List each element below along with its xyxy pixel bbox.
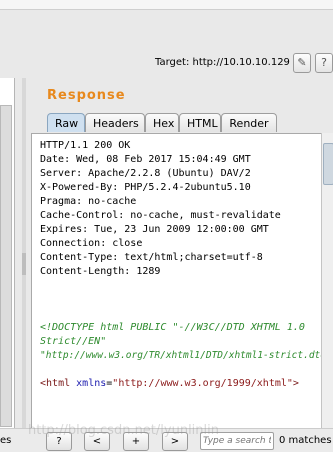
search-bar: es ? < + > 0 matches: [0, 428, 333, 452]
attr-name: xmlns: [76, 378, 107, 389]
doctype-line: "http://www.w3.org/TR/xhtml1/DTD/xhtml1-…: [40, 350, 322, 361]
add-search-button[interactable]: +: [123, 432, 149, 451]
tab-render[interactable]: Render: [221, 113, 277, 132]
splitter-grip[interactable]: [22, 253, 26, 275]
pencil-icon: ✎: [297, 56, 307, 69]
header-line: Content-Length: 1289: [40, 266, 161, 277]
tag-name: html: [46, 378, 71, 389]
question-icon: ?: [321, 56, 327, 69]
chevron-right-icon: >: [170, 436, 180, 447]
previous-match-button[interactable]: <: [84, 432, 110, 451]
left-fragment-text: es: [0, 435, 12, 446]
header-line: HTTP/1.1 200 OK: [40, 140, 131, 151]
header-line: Cache-Control: no-cache, must-revalidate: [40, 210, 281, 221]
help-button[interactable]: ?: [315, 53, 333, 73]
header-line: Date: Wed, 08 Feb 2017 15:04:49 GMT: [40, 154, 251, 165]
header-line: Pragma: no-cache: [40, 196, 137, 207]
question-icon: ?: [56, 436, 62, 447]
doctype-line: Strict//EN": [40, 336, 107, 347]
edit-target-button[interactable]: ✎: [293, 53, 311, 73]
editor-scrollbar[interactable]: [321, 133, 333, 428]
plus-icon: +: [131, 436, 141, 447]
doctype-line: <!DOCTYPE html PUBLIC "-//W3C//DTD XHTML…: [40, 322, 305, 333]
top-edge: [0, 0, 333, 10]
attr-value: "http://www.w3.org/1999/xhtml": [112, 378, 293, 389]
next-match-button[interactable]: >: [162, 432, 188, 451]
header-line: Expires: Tue, 23 Jun 2009 12:00:00 GMT: [40, 224, 269, 235]
response-title: Response: [47, 88, 126, 103]
matches-count: 0 matches: [279, 435, 332, 446]
scrollbar-thumb[interactable]: [323, 143, 333, 185]
tab-headers[interactable]: Headers: [85, 113, 145, 132]
tab-hex[interactable]: Hex: [145, 113, 179, 132]
search-field[interactable]: [200, 432, 274, 450]
header-line: Connection: close: [40, 238, 143, 249]
target-label: Target: http://10.10.10.129: [155, 57, 290, 68]
pane-splitter[interactable]: [22, 78, 26, 433]
header-line: Server: Apache/2.2.8 (Ubuntu) DAV/2: [40, 168, 251, 179]
tab-raw[interactable]: Raw: [47, 113, 85, 132]
tag-close-bracket: >: [292, 378, 299, 389]
response-editor[interactable]: HTTP/1.1 200 OK Date: Wed, 08 Feb 2017 1…: [31, 133, 322, 430]
chevron-left-icon: <: [92, 436, 102, 447]
help-button-bottom[interactable]: ?: [46, 432, 72, 451]
search-input[interactable]: [201, 433, 273, 449]
header-line: Content-Type: text/html;charset=utf-8: [40, 252, 263, 263]
tab-html[interactable]: HTML: [179, 113, 221, 132]
header-line: X-Powered-By: PHP/5.2.4-2ubuntu5.10: [40, 182, 251, 193]
html-tag-line: <html xmlns="http://www.w3.org/1999/xhtm…: [40, 378, 299, 389]
left-scrollbar[interactable]: [0, 105, 12, 427]
